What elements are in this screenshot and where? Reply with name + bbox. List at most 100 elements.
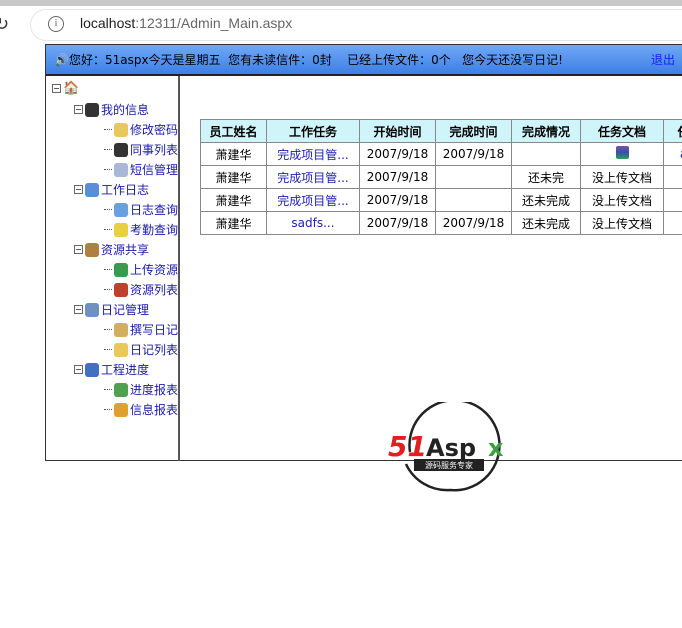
cell: 没上传文档: [580, 188, 664, 212]
cell: [435, 188, 512, 212]
task-link[interactable]: 完成项目管...: [266, 142, 360, 166]
cell: [435, 165, 512, 189]
chat-icon: [114, 402, 128, 417]
header-bar: 🔊您好：51aspx今天是星期五 您有未读信件：0封 已经上传文件：0个 您今天…: [46, 45, 682, 76]
tree-item-label: 工作日志: [101, 183, 150, 197]
task-link[interactable]: [663, 165, 682, 189]
task-link[interactable]: 完成项目管...: [266, 188, 360, 212]
tree-item-label: 日志查询: [130, 203, 179, 217]
tree-item-label: 上传资源: [130, 263, 179, 277]
cell: 2007/9/18: [359, 165, 436, 189]
tree-item[interactable]: 信息报表: [104, 401, 178, 418]
users-icon: [114, 142, 128, 157]
tree-item[interactable]: 日志查询: [104, 201, 178, 218]
cell: 没上传文档: [580, 211, 664, 235]
tree-line: [104, 209, 112, 210]
write-icon: [114, 322, 128, 337]
cell: 2007/9/18: [359, 211, 436, 235]
tree-root[interactable]: − 🏠: [52, 81, 79, 96]
table-row: 萧建华 sadfs... 2007/9/18 2007/9/18 还未完成 没上传文档: [200, 211, 682, 235]
cell: [580, 142, 664, 166]
document-icon[interactable]: [615, 146, 629, 159]
reload-icon[interactable]: ↻: [0, 14, 9, 35]
task-link[interactable]: [663, 211, 682, 235]
table-row: 萧建华完成项目管...2007/9/182007/9/18a: [200, 142, 682, 166]
chart-icon: [85, 362, 99, 377]
cell: 萧建华: [200, 142, 267, 166]
tree-line: [104, 409, 112, 410]
tree-line: [104, 349, 112, 350]
tree-item-label: 进度报表: [130, 383, 179, 397]
cell: 还未完成: [511, 211, 581, 235]
tree-item-label: 我的信息: [101, 103, 150, 117]
cell: 2007/9/18: [435, 142, 512, 166]
cell: 还未完: [511, 165, 581, 189]
tree-line: [104, 289, 112, 290]
tree-item[interactable]: − 工作日志: [74, 181, 149, 198]
tree-item[interactable]: 短信管理: [104, 161, 178, 178]
task-link[interactable]: [663, 188, 682, 212]
tree-item[interactable]: 进度报表: [104, 381, 178, 398]
tree-item[interactable]: − 资源共享: [74, 241, 149, 258]
tree-item-label: 撰写日记: [130, 323, 179, 337]
tree-item[interactable]: − 日记管理: [74, 301, 149, 318]
column-header: 开始时间: [359, 119, 436, 143]
collapse-icon[interactable]: −: [74, 105, 83, 114]
cell: 萧建华: [200, 188, 267, 212]
column-header: 任: [663, 119, 682, 143]
task-link[interactable]: a: [663, 142, 682, 166]
browser-tabstrip: [0, 0, 682, 6]
tree-item[interactable]: 同事列表: [104, 141, 178, 158]
tree-item[interactable]: 考勤查询: [104, 221, 178, 238]
sidebar-tree: − 🏠 − 我的信息 修改密码 同事列表 短信管理 − 工作日志 日志查询 考勤查询 − 资源共享 上传…: [46, 76, 180, 461]
column-header: 完成时间: [435, 119, 512, 143]
table-header-row: 员工姓名工作任务开始时间完成时间完成情况任务文档任: [200, 119, 682, 143]
column-header: 任务文档: [580, 119, 664, 143]
globe-icon: [114, 262, 128, 277]
cell: 2007/9/18: [359, 188, 436, 212]
collapse-icon[interactable]: −: [74, 365, 83, 374]
tree-item-label: 资源列表: [130, 283, 179, 297]
svg-text:源码服务专家: 源码服务专家: [425, 460, 473, 470]
tree-item-label: 资源共享: [101, 243, 150, 257]
download-icon: [114, 282, 128, 297]
tree-item[interactable]: − 我的信息: [74, 101, 149, 118]
column-header: 完成情况: [511, 119, 581, 143]
column-header: 员工姓名: [200, 119, 267, 143]
tree-item-label: 工程进度: [101, 363, 150, 377]
app-frame: 🔊您好：51aspx今天是星期五 您有未读信件：0封 已经上传文件：0个 您今天…: [45, 44, 682, 461]
logout-link[interactable]: 退出: [651, 45, 675, 75]
cell: 没上传文档: [580, 165, 664, 189]
tree-line: [104, 329, 112, 330]
tree-item-label: 日记列表: [130, 343, 179, 357]
url-path: :12311/Admin_Main.aspx: [135, 15, 293, 31]
tree-item[interactable]: 日记列表: [104, 341, 178, 358]
task-link[interactable]: sadfs...: [266, 211, 360, 235]
site-info-icon[interactable]: i: [48, 16, 64, 32]
cell: 萧建华: [200, 165, 267, 189]
collapse-icon[interactable]: −: [74, 245, 83, 254]
edit-icon: [85, 302, 99, 317]
tree-line: [104, 269, 112, 270]
report-icon: [114, 382, 128, 397]
tree-item[interactable]: 上传资源: [104, 261, 178, 278]
tree-line: [104, 229, 112, 230]
collapse-icon[interactable]: −: [74, 185, 83, 194]
url-text[interactable]: localhost:12311/Admin_Main.aspx: [80, 15, 292, 31]
tree-item[interactable]: − 工程进度: [74, 361, 149, 378]
tree-line: [104, 169, 112, 170]
task-link[interactable]: 完成项目管...: [266, 165, 360, 189]
tree-item[interactable]: 撰写日记: [104, 321, 178, 338]
cell: 还未完成: [511, 188, 581, 212]
tree-line: [104, 149, 112, 150]
home-icon: 🏠: [63, 81, 80, 96]
url-host: localhost: [80, 15, 136, 31]
folder-icon: [114, 342, 128, 357]
tree-item-label: 日记管理: [101, 303, 150, 317]
tree-item[interactable]: 资源列表: [104, 281, 178, 298]
collapse-icon[interactable]: −: [74, 305, 83, 314]
user-icon: [85, 102, 99, 117]
cell: 2007/9/18: [435, 211, 512, 235]
tree-item[interactable]: 修改密码: [104, 121, 178, 138]
collapse-icon[interactable]: −: [52, 84, 61, 93]
